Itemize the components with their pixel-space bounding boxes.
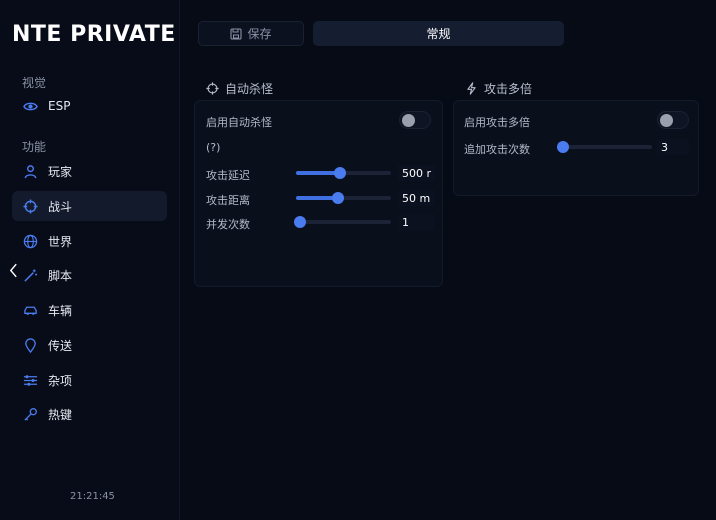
sidebar: NTE PRIVATE 视觉 ESP 功能 玩家 战斗 世界 脚本 车辆 传送 …	[0, 0, 180, 520]
tab-general[interactable]: 常规	[313, 21, 564, 46]
sidebar-item-player[interactable]: 玩家	[12, 156, 167, 186]
sidebar-item-misc[interactable]: 杂项	[12, 365, 167, 395]
multi-attack-toggle[interactable]	[657, 111, 689, 129]
sidebar-item-hotkeys[interactable]: 热键	[12, 399, 167, 429]
location-pin-icon	[22, 337, 38, 353]
extra-attacks-label: 追加攻击次数	[464, 143, 530, 156]
concurrency-value[interactable]: 1	[398, 214, 435, 230]
panel-title-multi-attack: 攻击多倍	[465, 80, 532, 97]
panel-title-auto-kill: 自动杀怪	[206, 80, 273, 97]
sidebar-item-label: 脚本	[48, 268, 73, 283]
crosshair-icon	[206, 82, 219, 95]
sidebar-item-world[interactable]: 世界	[12, 226, 167, 256]
sidebar-item-label: 玩家	[48, 164, 73, 179]
floppy-disk-icon	[230, 27, 243, 40]
attack-delay-slider[interactable]	[296, 166, 391, 180]
multi-attack-enable-label: 启用攻击多倍	[464, 116, 530, 129]
section-label-visual: 视觉	[22, 76, 47, 90]
lightning-bolt-icon	[467, 82, 476, 95]
save-button[interactable]: 保存	[198, 21, 304, 46]
chevron-left-icon	[9, 263, 17, 277]
sidebar-item-esp[interactable]: ESP	[12, 91, 167, 121]
auto-kill-enable-label: 启用自动杀怪	[206, 116, 272, 129]
extra-attacks-slider[interactable]	[557, 140, 652, 154]
slider-thumb[interactable]	[557, 141, 569, 153]
attack-distance-value[interactable]: 50 m	[398, 190, 435, 206]
auto-kill-toggle[interactable]	[399, 111, 431, 129]
panel-title-text: 自动杀怪	[225, 82, 274, 96]
user-icon	[22, 163, 38, 179]
tab-general-label: 常规	[426, 27, 451, 41]
attack-distance-slider[interactable]	[296, 191, 391, 205]
clock-time: 21:21:45	[70, 491, 115, 502]
auto-kill-panel: 启用自动杀怪 (?) 攻击延迟 500 r 攻击距离 50 m 并发次数 1	[194, 100, 443, 287]
extra-attacks-value[interactable]: 3	[657, 139, 689, 155]
app-logo-title: NTE PRIVATE	[12, 22, 176, 47]
eye-icon	[22, 98, 38, 114]
sidebar-item-label: 战斗	[48, 199, 73, 214]
sidebar-item-label: 车辆	[48, 303, 73, 318]
sidebar-item-label: 世界	[48, 234, 73, 249]
sidebar-item-script[interactable]: 脚本	[12, 260, 167, 290]
section-label-features: 功能	[22, 140, 47, 154]
sidebar-item-label: 热键	[48, 407, 73, 422]
sidebar-item-vehicle[interactable]: 车辆	[12, 295, 167, 325]
sidebar-item-label: ESP	[48, 99, 71, 113]
multi-attack-panel: 启用攻击多倍 追加攻击次数 3	[453, 100, 699, 196]
globe-icon	[22, 233, 38, 249]
slider-thumb[interactable]	[294, 216, 306, 228]
sidebar-item-combat[interactable]: 战斗	[12, 191, 167, 221]
attack-delay-value[interactable]: 500 r	[398, 165, 435, 181]
slider-thumb[interactable]	[334, 167, 346, 179]
attack-delay-label: 攻击延迟	[206, 169, 250, 182]
toggle-knob	[660, 114, 673, 127]
sliders-icon	[22, 372, 38, 388]
sidebar-item-label: 传送	[48, 338, 73, 353]
toggle-knob	[402, 114, 415, 127]
attack-distance-label: 攻击距离	[206, 194, 250, 207]
magic-wand-icon	[22, 267, 38, 283]
collapse-sidebar-button[interactable]	[6, 262, 20, 278]
help-tooltip-marker[interactable]: (?)	[206, 141, 220, 154]
concurrency-label: 并发次数	[206, 218, 250, 231]
key-icon	[22, 406, 38, 422]
slider-thumb[interactable]	[332, 192, 344, 204]
panel-title-text: 攻击多倍	[484, 82, 533, 96]
crosshair-icon	[22, 198, 38, 214]
sidebar-item-teleport[interactable]: 传送	[12, 330, 167, 360]
concurrency-slider[interactable]	[294, 215, 391, 229]
save-button-label: 保存	[247, 27, 272, 41]
car-icon	[22, 302, 38, 318]
sidebar-item-label: 杂项	[48, 373, 73, 388]
